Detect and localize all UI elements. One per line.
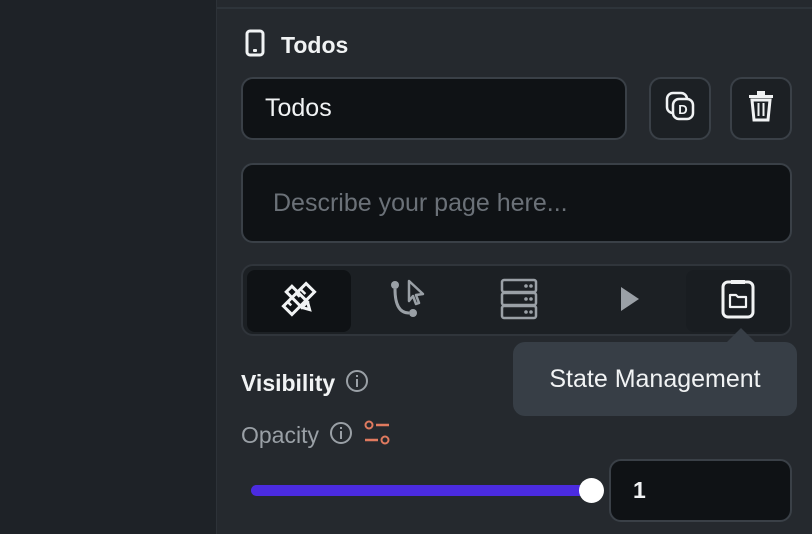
visibility-title: Visibility xyxy=(241,370,336,396)
opacity-slider[interactable] xyxy=(251,477,604,505)
trash-icon xyxy=(747,90,775,127)
duplicate-button[interactable]: D xyxy=(649,77,711,140)
database-icon xyxy=(499,277,539,326)
tab-state-management[interactable] xyxy=(686,270,790,332)
ruler-pencil-icon xyxy=(277,277,321,326)
tooltip-arrow xyxy=(727,328,755,342)
opacity-value-input[interactable] xyxy=(609,459,792,522)
opacity-label: Opacity xyxy=(241,422,319,448)
panel-divider xyxy=(217,7,812,9)
delete-button[interactable] xyxy=(730,77,792,140)
page-title: Todos xyxy=(281,31,349,58)
action-flow-icon xyxy=(387,277,431,326)
tab-properties[interactable] xyxy=(247,270,351,332)
slider-fill xyxy=(251,485,591,496)
set-from-variable-icon[interactable] xyxy=(363,419,391,452)
svg-text:D: D xyxy=(678,102,687,117)
phone-icon xyxy=(245,29,265,62)
opacity-row: Opacity xyxy=(241,419,391,452)
tab-animations[interactable] xyxy=(577,270,681,332)
page-header: Todos xyxy=(245,29,349,62)
play-icon xyxy=(615,284,643,319)
page-name-input[interactable] xyxy=(241,77,627,140)
visibility-section-header: Visibility xyxy=(241,369,369,398)
duplicate-icon: D xyxy=(664,90,696,127)
tooltip-state-management: State Management xyxy=(513,342,797,416)
tab-backend-query[interactable] xyxy=(467,270,571,332)
tab-actions[interactable] xyxy=(357,270,461,332)
slider-thumb[interactable] xyxy=(579,478,604,503)
info-icon[interactable] xyxy=(329,421,353,450)
folder-page-icon xyxy=(720,278,756,325)
tooltip-text: State Management xyxy=(549,364,761,393)
info-icon[interactable] xyxy=(345,369,369,398)
properties-panel: Todos D xyxy=(216,0,812,534)
panel-tabs xyxy=(241,264,792,336)
page-description-input[interactable] xyxy=(241,163,792,243)
left-canvas-area xyxy=(0,0,216,534)
